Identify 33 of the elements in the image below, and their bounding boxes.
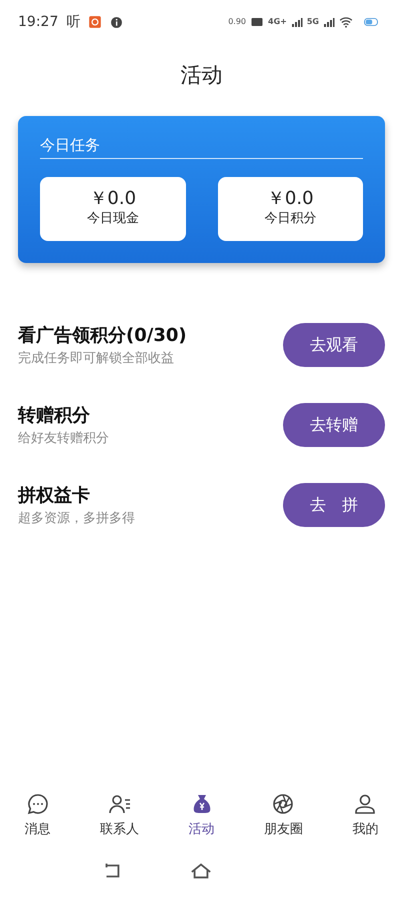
status-time: 19:27 xyxy=(18,12,58,32)
stat-label: 今日积分 xyxy=(264,210,316,228)
tab-bar-item[interactable]: 活动 xyxy=(164,790,240,840)
info-icon xyxy=(110,16,124,28)
signal-icon xyxy=(323,16,335,28)
task-button[interactable]: 去转赠 xyxy=(283,403,385,447)
signal-icon xyxy=(290,16,303,28)
tab-bar-item[interactable]: 联系人 xyxy=(75,790,164,840)
wifi-icon xyxy=(339,15,353,29)
task-title: 转赠积分 xyxy=(18,404,91,428)
network-type: 5G xyxy=(306,16,319,28)
tab-bar-item[interactable]: 朋友圈 xyxy=(239,790,328,840)
app-notification-glyph: 听 xyxy=(66,12,80,32)
task-subtitle: 给好友转赠积分 xyxy=(18,430,109,448)
task-title: 拼权益卡 xyxy=(18,484,91,508)
page-title: 活动 xyxy=(180,62,222,89)
task-subtitle: 完成任务即可解锁全部收益 xyxy=(18,350,175,368)
task-title: 看广告领积分(0/30) xyxy=(18,324,187,348)
stat-value: ￥0.0 xyxy=(266,189,314,210)
tab-bar-item[interactable]: 消息 xyxy=(0,790,76,840)
network-speed: 0.90 xyxy=(228,16,246,28)
tab-bar-item[interactable]: 我的 xyxy=(328,790,403,840)
stat-value: ￥0.0 xyxy=(89,189,136,210)
task-button[interactable]: 去 拼 xyxy=(283,483,385,527)
stat-label: 今日现金 xyxy=(86,210,139,228)
task-button[interactable]: 去观看 xyxy=(283,323,385,367)
aperture-icon xyxy=(271,792,296,816)
app-notification-icon xyxy=(88,15,102,29)
chat-icon xyxy=(26,792,50,816)
card-heading: 今日任务 xyxy=(40,134,363,159)
task-subtitle: 超多资源，多拼多得 xyxy=(18,510,135,528)
network-type: 4G+ xyxy=(268,16,287,28)
person-icon xyxy=(353,792,378,816)
